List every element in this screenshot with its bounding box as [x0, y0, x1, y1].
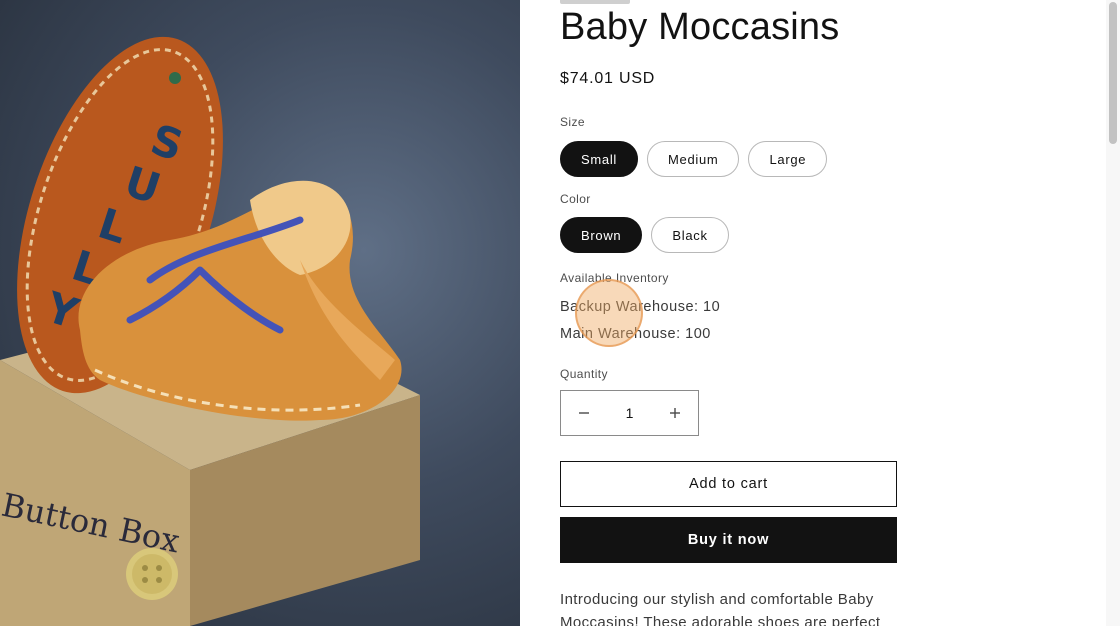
inventory-backup-warehouse: Backup Warehouse: 10: [560, 299, 721, 315]
scrollbar[interactable]: [1106, 0, 1120, 626]
color-option-brown[interactable]: Brown: [560, 217, 643, 253]
moccasin-photo: Button Box SULLY: [0, 36, 420, 626]
quantity-stepper: [560, 390, 699, 436]
size-options: Small Medium Large: [560, 141, 828, 177]
size-label: Size: [560, 115, 585, 129]
product-description: Introducing our stylish and comfortable …: [560, 591, 881, 626]
quantity-input[interactable]: [607, 404, 652, 422]
color-label: Color: [560, 192, 591, 206]
inventory-main-warehouse: Main Warehouse: 100: [560, 326, 711, 342]
quantity-decrease-button[interactable]: [561, 391, 607, 435]
inventory-label: Available Inventory: [560, 271, 669, 285]
vendor-label-fragment: [560, 0, 630, 4]
product-page: Button Box SULLY Baby Moccasins $74.01 U…: [0, 0, 1120, 626]
quantity-increase-button[interactable]: [652, 391, 698, 435]
color-option-black[interactable]: Black: [651, 217, 729, 253]
minus-icon: [579, 412, 589, 414]
buy-it-now-button[interactable]: Buy it now: [560, 517, 897, 563]
add-to-cart-button[interactable]: Add to cart: [560, 461, 897, 507]
product-price: $74.01 USD: [560, 70, 656, 87]
size-option-medium[interactable]: Medium: [647, 141, 740, 177]
quantity-label: Quantity: [560, 367, 608, 381]
size-option-large[interactable]: Large: [748, 141, 828, 177]
plus-icon: [670, 408, 680, 418]
size-option-small[interactable]: Small: [560, 141, 639, 177]
product-image[interactable]: Button Box SULLY: [0, 0, 520, 626]
scrollbar-thumb[interactable]: [1109, 2, 1117, 144]
product-title: Baby Moccasins: [560, 6, 840, 48]
color-options: Brown Black: [560, 217, 729, 253]
